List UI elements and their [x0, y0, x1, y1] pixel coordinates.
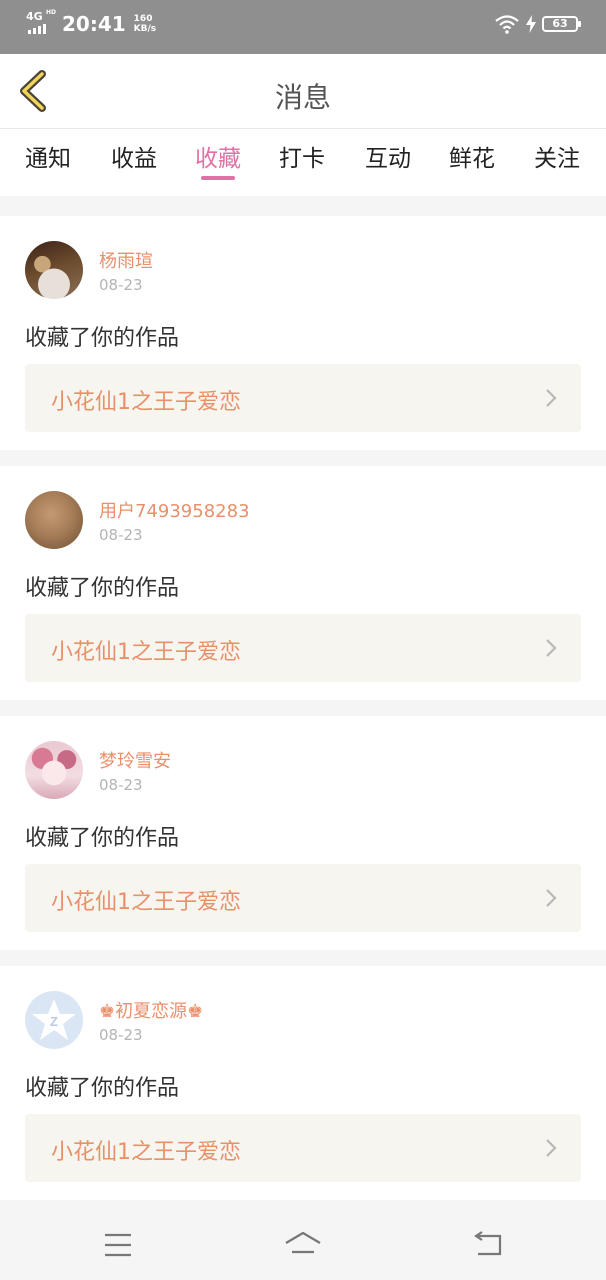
back-icon[interactable]: [472, 1230, 504, 1260]
work-link[interactable]: 小花仙1之王子爱恋: [25, 864, 581, 932]
tab-earnings[interactable]: 收益: [111, 139, 157, 173]
app-header: 消息: [0, 54, 606, 129]
avatar[interactable]: [25, 491, 83, 549]
status-bar: 4G HD 20:41 160 KB/s 63: [0, 0, 606, 54]
home-icon[interactable]: [283, 1230, 323, 1260]
avatar[interactable]: [25, 241, 83, 299]
notification-date: 08-23: [99, 1026, 143, 1044]
username[interactable]: 用户7493958283: [99, 497, 250, 523]
charging-icon: [526, 15, 536, 33]
network-hd-label: HD: [46, 9, 57, 16]
notification-date: 08-23: [99, 526, 143, 544]
active-tab-indicator: [201, 176, 235, 180]
system-nav-bar: [0, 1210, 606, 1280]
work-link[interactable]: 小花仙1之王子爱恋: [25, 1114, 581, 1182]
tab-interaction[interactable]: 互动: [365, 139, 411, 173]
notification-message: 收藏了你的作品: [25, 826, 180, 851]
tab-flowers[interactable]: 鲜花: [449, 139, 495, 173]
notification-card: 用户7493958283 08-23 收藏了你的作品 小花仙1之王子爱恋: [0, 466, 606, 700]
chevron-right-icon: [546, 639, 557, 657]
username[interactable]: 杨雨瑄: [99, 247, 153, 273]
notification-date: 08-23: [99, 776, 143, 794]
battery-indicator: 63: [542, 16, 581, 32]
username[interactable]: ♚初夏恋源♚: [99, 997, 203, 1023]
notification-message: 收藏了你的作品: [25, 1076, 180, 1101]
work-title: 小花仙1之王子爱恋: [51, 1140, 241, 1165]
avatar[interactable]: Z: [25, 991, 83, 1049]
chevron-right-icon: [546, 889, 557, 907]
notification-card: 杨雨瑄 08-23 收藏了你的作品 小花仙1之王子爱恋: [0, 216, 606, 450]
cellular-signal-icon: 4G HD: [26, 9, 56, 38]
work-title: 小花仙1之王子爱恋: [51, 390, 241, 415]
notification-date: 08-23: [99, 276, 143, 294]
notification-card: Z ♚初夏恋源♚ 08-23 收藏了你的作品 小花仙1之王子爱恋: [0, 966, 606, 1200]
tab-bar: 通知 收益 收藏 打卡 互动 鲜花 关注: [0, 129, 606, 196]
default-avatar-star-icon: Z: [32, 999, 76, 1040]
tab-follow[interactable]: 关注: [534, 139, 580, 173]
avatar[interactable]: [25, 741, 83, 799]
network-type: 4G: [26, 10, 43, 23]
svg-text:Z: Z: [50, 1014, 58, 1029]
notification-message: 收藏了你的作品: [25, 326, 180, 351]
clock: 20:41: [62, 12, 126, 36]
work-title: 小花仙1之王子爱恋: [51, 640, 241, 665]
work-link[interactable]: 小花仙1之王子爱恋: [25, 614, 581, 682]
work-title: 小花仙1之王子爱恋: [51, 890, 241, 915]
wifi-icon: [495, 15, 519, 34]
tab-favorites[interactable]: 收藏: [195, 139, 241, 173]
notification-card: 梦玲雪安 08-23 收藏了你的作品 小花仙1之王子爱恋: [0, 716, 606, 950]
notification-message: 收藏了你的作品: [25, 576, 180, 601]
tab-notice[interactable]: 通知: [25, 139, 71, 173]
page-title: 消息: [274, 81, 331, 114]
network-speed: 160 KB/s: [133, 14, 157, 34]
chevron-right-icon: [546, 1139, 557, 1157]
menu-icon[interactable]: [103, 1230, 133, 1260]
chevron-right-icon: [546, 389, 557, 407]
username[interactable]: 梦玲雪安: [99, 747, 171, 773]
tab-checkin[interactable]: 打卡: [279, 139, 325, 173]
work-link[interactable]: 小花仙1之王子爱恋: [25, 364, 581, 432]
